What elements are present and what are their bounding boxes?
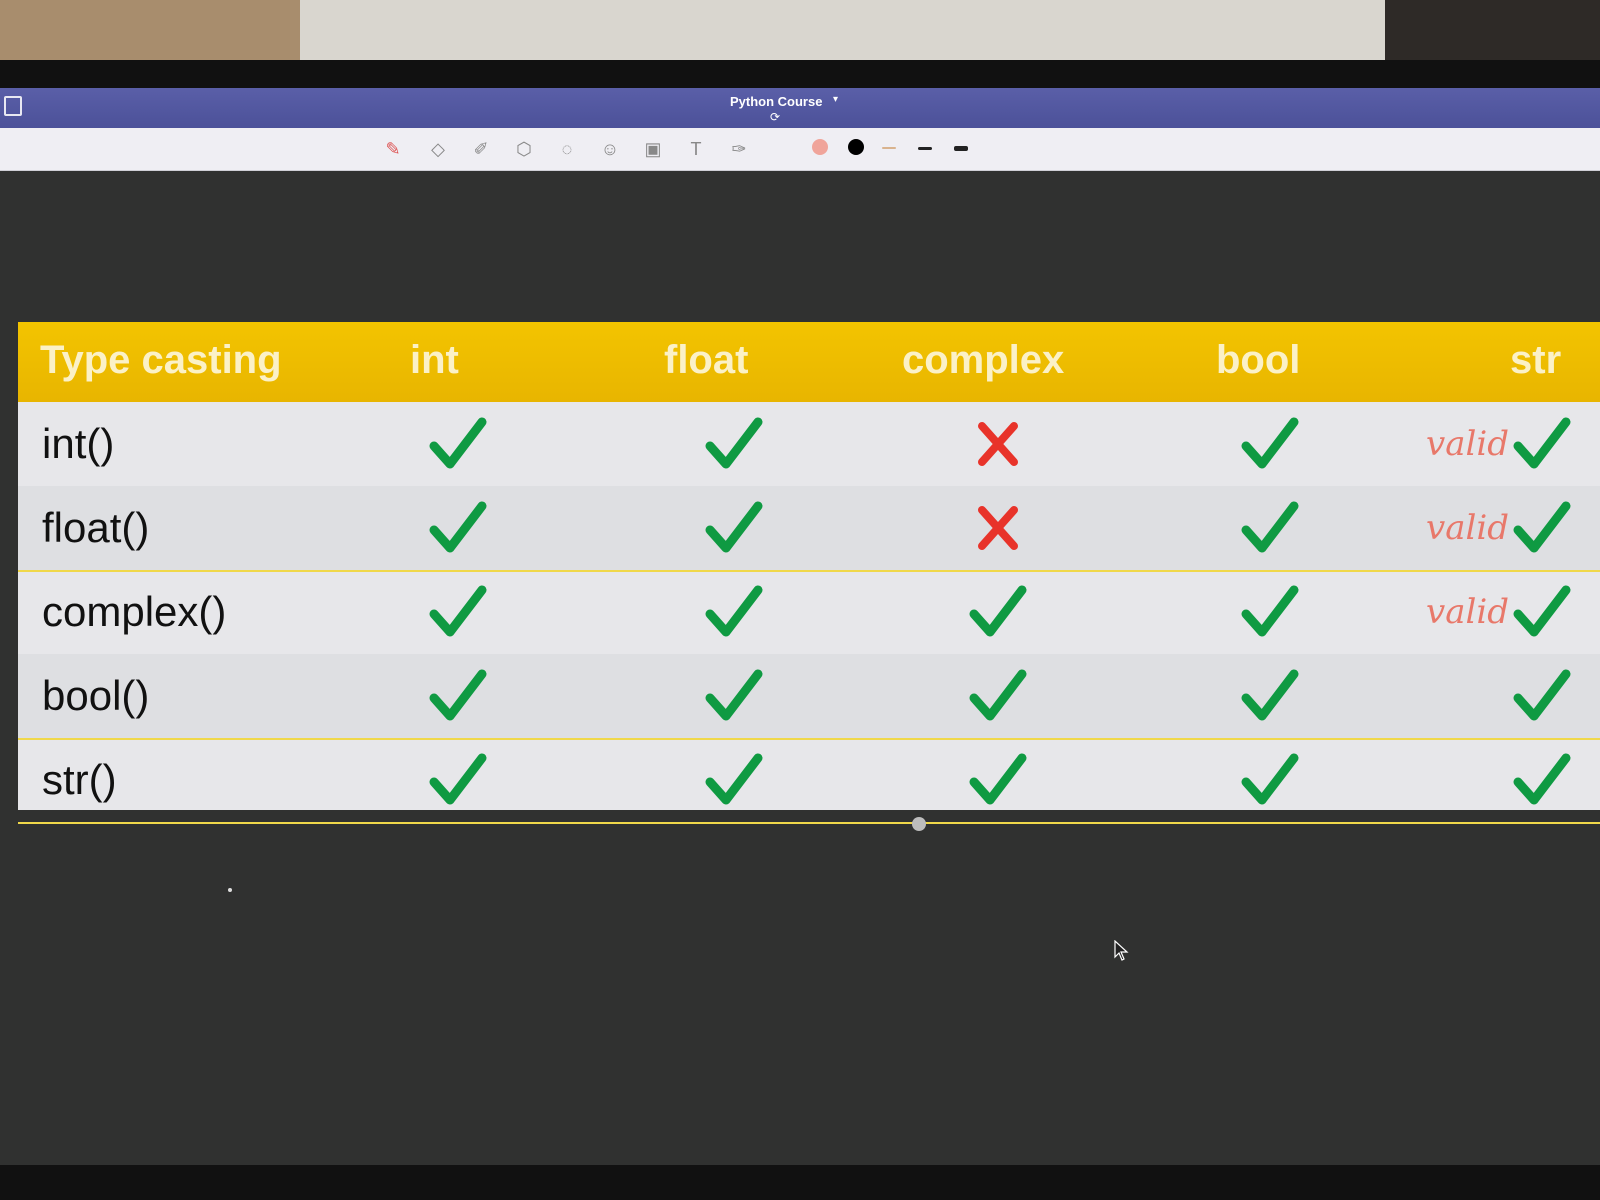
- monitor-bezel: [0, 60, 1600, 90]
- type-casting-table: Type casting int float complex bool str …: [18, 322, 1600, 824]
- check-icon: [969, 585, 1027, 637]
- table-row: float() valid: [18, 486, 1600, 572]
- window-title[interactable]: Python Course: [730, 94, 822, 109]
- row-label: int(): [42, 420, 115, 467]
- header-type-casting: Type casting: [40, 338, 282, 382]
- check-icon: [705, 417, 763, 469]
- mouse-pointer-icon: [1114, 940, 1129, 961]
- stroke-width-thin[interactable]: [882, 147, 896, 149]
- eraser-icon[interactable]: ◇: [425, 136, 451, 162]
- header-str: str: [1510, 338, 1562, 382]
- handwritten-note: valid: [1426, 424, 1509, 464]
- drawing-toolbar: ✎ ◇ ✐ ⬡ ◌ ☺ ▣ T ✑: [0, 128, 1600, 171]
- check-icon: [1241, 417, 1299, 469]
- row-label: bool(): [42, 672, 150, 719]
- check-icon: [969, 669, 1027, 721]
- table-header: Type casting int float complex bool str: [18, 322, 1600, 402]
- color-swatch-salmon[interactable]: [812, 139, 828, 155]
- canvas-dot: [228, 888, 232, 892]
- text-box-icon[interactable]: T: [683, 136, 709, 162]
- table-row: str(): [18, 738, 1600, 824]
- check-icon: [429, 501, 487, 553]
- share-icon[interactable]: [4, 96, 22, 116]
- cross-icon: [978, 506, 1018, 550]
- check-icon: [1241, 669, 1299, 721]
- magic-pen-icon[interactable]: ✑: [726, 136, 752, 162]
- header-complex: complex: [902, 338, 1065, 382]
- handwritten-note: valid: [1426, 592, 1509, 632]
- check-icon: [969, 753, 1027, 805]
- row-label: float(): [42, 504, 150, 551]
- shapes-icon[interactable]: ⬡: [511, 136, 537, 162]
- check-icon: [705, 669, 763, 721]
- check-icon: [705, 501, 763, 553]
- check-icon: [705, 585, 763, 637]
- check-icon: [429, 669, 487, 721]
- monitor-bezel-bottom: [0, 1165, 1600, 1200]
- row-label: str(): [42, 756, 117, 803]
- lasso-icon[interactable]: ◌: [554, 136, 580, 162]
- check-icon: [1241, 501, 1299, 553]
- pencil-icon[interactable]: ✎: [380, 136, 406, 162]
- header-bool: bool: [1216, 338, 1301, 382]
- sync-icon: ⟳: [770, 110, 781, 124]
- check-icon: [1513, 669, 1571, 721]
- check-icon: [1513, 501, 1571, 553]
- sticker-icon[interactable]: ☺: [597, 136, 623, 162]
- scroll-handle[interactable]: [912, 817, 926, 831]
- color-swatch-black[interactable]: [848, 139, 864, 155]
- check-icon: [1241, 753, 1299, 805]
- check-icon: [1513, 417, 1571, 469]
- stroke-width-medium[interactable]: [918, 147, 932, 150]
- table-row: bool(): [18, 654, 1600, 740]
- check-icon: [429, 417, 487, 469]
- check-icon: [1513, 585, 1571, 637]
- header-int: int: [410, 338, 459, 382]
- row-label: complex(): [42, 588, 227, 635]
- check-icon: [1241, 585, 1299, 637]
- cross-icon: [978, 422, 1018, 466]
- check-icon: [429, 753, 487, 805]
- table-row: complex() valid: [18, 570, 1600, 656]
- check-icon: [429, 585, 487, 637]
- table-row: int() valid: [18, 402, 1600, 488]
- header-float: float: [664, 338, 749, 382]
- window-titlebar: Python Course ▾ ⟳: [0, 88, 1600, 128]
- check-icon: [705, 753, 763, 805]
- handwritten-note: valid: [1426, 508, 1509, 548]
- stroke-width-thick[interactable]: [954, 146, 968, 151]
- check-icon: [1513, 753, 1571, 805]
- highlighter-icon[interactable]: ✐: [468, 136, 494, 162]
- image-icon[interactable]: ▣: [640, 136, 666, 162]
- chevron-down-icon[interactable]: ▾: [833, 94, 838, 105]
